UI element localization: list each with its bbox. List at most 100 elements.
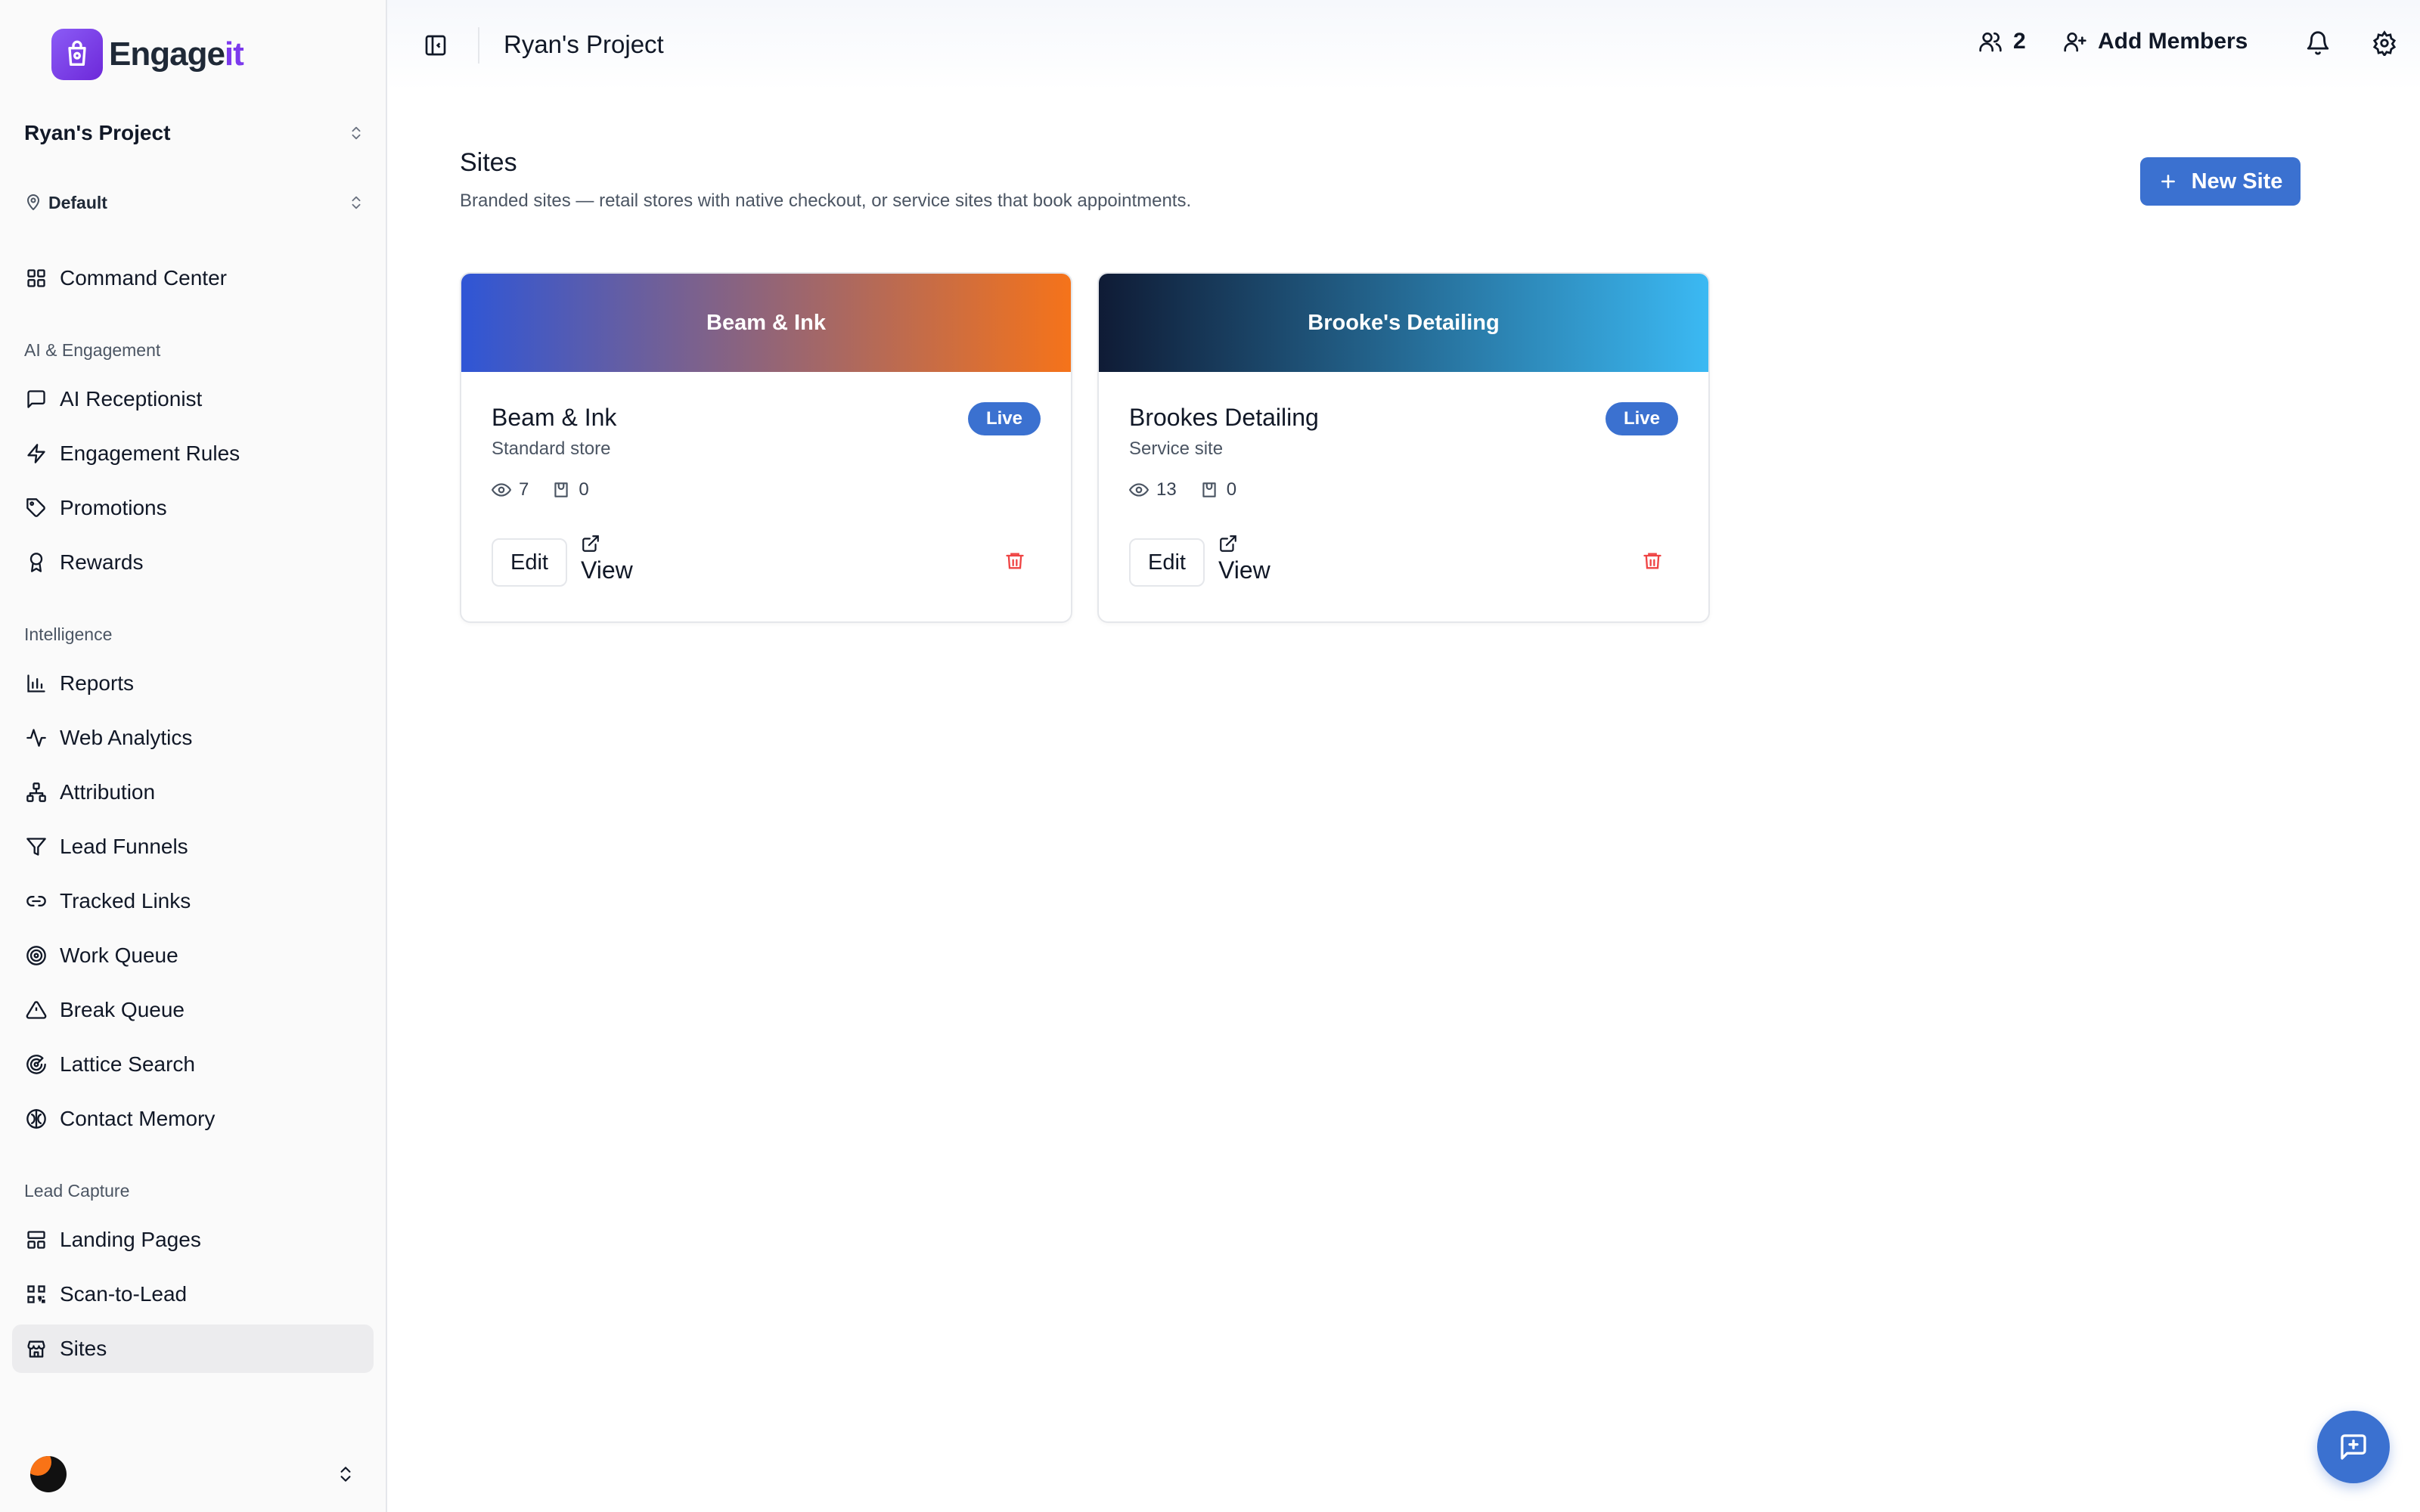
chevrons-up-down-icon	[348, 194, 365, 211]
edit-button[interactable]: Edit	[492, 538, 567, 587]
sidebar-item-ai-receptionist[interactable]: AI Receptionist	[12, 375, 374, 423]
project-switcher[interactable]: Ryan's Project	[24, 116, 365, 150]
views-stat: 7	[492, 479, 529, 500]
sidebar-item-promotions[interactable]: Promotions	[12, 484, 374, 532]
divider	[478, 27, 479, 64]
project-name: Ryan's Project	[24, 121, 171, 144]
status-badge: Live	[967, 402, 1041, 435]
site-name: Brookes Detailing	[1129, 404, 1319, 431]
store-icon	[24, 1337, 48, 1361]
orders-count: 0	[579, 479, 589, 500]
bar-chart-icon	[24, 671, 48, 696]
page-breadcrumb-title: Ryan's Project	[504, 30, 664, 58]
filter-icon	[24, 835, 48, 859]
activity-icon	[24, 726, 48, 750]
page-subtitle: Branded sites — retail stores with nativ…	[460, 191, 1192, 211]
target-icon	[24, 943, 48, 968]
sidebar-item-label: Tracked Links	[60, 889, 191, 912]
add-members-button[interactable]: Add Members	[2063, 29, 2248, 54]
brand-logo[interactable]: Engageit	[51, 29, 244, 80]
sidebar-item-label: Lead Funnels	[60, 835, 188, 858]
sidebar-item-work-queue[interactable]: Work Queue	[12, 931, 374, 980]
views-count: 13	[1156, 479, 1177, 500]
sidebar-item-label: Landing Pages	[60, 1228, 201, 1251]
sidebar-item-landing-pages[interactable]: Landing Pages	[12, 1216, 374, 1264]
message-square-icon	[24, 387, 48, 411]
sidebar-item-scan-to-lead[interactable]: Scan-to-Lead	[12, 1270, 374, 1318]
user-menu[interactable]	[0, 1436, 386, 1512]
members-count: 2	[2013, 29, 2026, 54]
trash-icon[interactable]	[1004, 550, 1025, 572]
site-name: Beam & Ink	[492, 404, 617, 431]
network-icon	[24, 780, 48, 804]
avatar	[30, 1456, 67, 1492]
gear-icon[interactable]	[2372, 30, 2397, 56]
trash-icon[interactable]	[1642, 550, 1663, 572]
view-label: View	[1218, 556, 1270, 584]
sidebar-item-label: Contact Memory	[60, 1107, 216, 1130]
sidebar-item-label: Engagement Rules	[60, 442, 240, 465]
views-stat: 13	[1129, 479, 1177, 500]
members-count-button[interactable]: 2	[1978, 29, 2026, 54]
sidebar-item-reports[interactable]: Reports	[12, 659, 374, 708]
chat-support-button[interactable]	[2317, 1411, 2390, 1483]
shopping-bag-icon	[1199, 480, 1219, 500]
sidebar-item-break-queue[interactable]: Break Queue	[12, 986, 374, 1034]
site-stats: 13 0	[1129, 479, 1259, 500]
sidebar-toggle-icon[interactable]	[422, 32, 449, 59]
sidebar-item-label: Work Queue	[60, 943, 178, 967]
view-site-link[interactable]: View	[581, 534, 633, 584]
site-card[interactable]: Brooke's Detailing Brookes Detailing Ser…	[1097, 272, 1710, 623]
location-switcher[interactable]: Default	[24, 187, 365, 218]
chevrons-up-down-icon	[348, 125, 365, 141]
sidebar-item-lattice-search[interactable]: Lattice Search	[12, 1040, 374, 1089]
award-icon	[24, 550, 48, 575]
new-site-button[interactable]: New Site	[2140, 157, 2301, 206]
external-link-icon	[581, 534, 600, 553]
brain-icon	[24, 1107, 48, 1131]
edit-button[interactable]: Edit	[1129, 538, 1205, 587]
grid-icon	[24, 266, 48, 290]
sidebar-item-label: Break Queue	[60, 998, 185, 1021]
sidebar-item-label: Promotions	[60, 496, 167, 519]
site-stats: 7 0	[492, 479, 612, 500]
sidebar-item-command-center[interactable]: Command Center	[12, 254, 374, 302]
bell-icon[interactable]	[2305, 30, 2331, 56]
eye-icon	[492, 480, 511, 500]
shopping-bag-logo-icon	[51, 29, 103, 80]
add-members-label: Add Members	[2098, 29, 2248, 54]
shopping-bag-icon	[551, 480, 571, 500]
sidebar-item-lead-funnels[interactable]: Lead Funnels	[12, 823, 374, 871]
sidebar-item-rewards[interactable]: Rewards	[12, 538, 374, 587]
message-plus-icon	[2338, 1432, 2369, 1462]
sidebar-item-label: Command Center	[60, 266, 227, 290]
alert-triangle-icon	[24, 998, 48, 1022]
sidebar: Engageit Ryan's Project Default Command …	[0, 0, 387, 1512]
orders-count: 0	[1226, 479, 1237, 500]
sidebar-item-label: Rewards	[60, 550, 144, 574]
status-badge: Live	[1605, 402, 1678, 435]
sidebar-item-sites[interactable]: Sites	[12, 1325, 374, 1373]
eye-icon	[1129, 480, 1149, 500]
external-link-icon	[1218, 534, 1238, 553]
qr-code-icon	[24, 1282, 48, 1306]
sidebar-item-attribution[interactable]: Attribution	[12, 768, 374, 816]
view-site-link[interactable]: View	[1218, 534, 1270, 584]
orders-stat: 0	[551, 479, 589, 500]
zap-icon	[24, 442, 48, 466]
user-plus-icon	[2063, 29, 2087, 54]
section-label-intelligence: Intelligence	[24, 624, 113, 644]
radar-icon	[24, 1052, 48, 1077]
sidebar-item-contact-memory[interactable]: Contact Memory	[12, 1095, 374, 1143]
site-card-banner: Brooke's Detailing	[1099, 274, 1708, 372]
sidebar-item-tracked-links[interactable]: Tracked Links	[12, 877, 374, 925]
sidebar-item-label: Web Analytics	[60, 726, 193, 749]
sidebar-item-engagement-rules[interactable]: Engagement Rules	[12, 429, 374, 478]
sidebar-item-label: AI Receptionist	[60, 387, 203, 411]
page-title: Sites	[460, 148, 517, 177]
users-icon	[1978, 29, 2003, 54]
sidebar-item-web-analytics[interactable]: Web Analytics	[12, 714, 374, 762]
tag-icon	[24, 496, 48, 520]
site-card[interactable]: Beam & Ink Beam & Ink Standard store Liv…	[460, 272, 1072, 623]
layout-icon	[24, 1228, 48, 1252]
